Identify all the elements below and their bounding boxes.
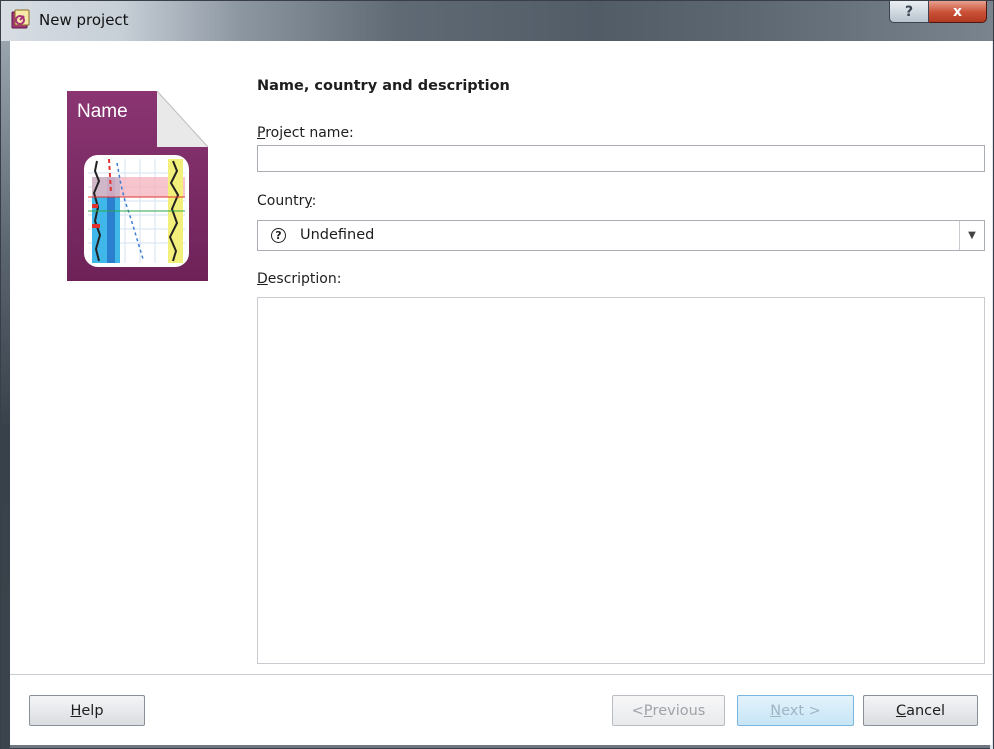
dialog-content: Name Name, country and description Proje… xyxy=(10,41,992,745)
previous-button[interactable]: < Previous xyxy=(612,695,725,726)
footer-divider xyxy=(10,674,992,675)
title-bar[interactable]: New project ? x xyxy=(1,1,993,41)
cancel-button[interactable]: Cancel xyxy=(863,695,978,726)
close-button[interactable]: x xyxy=(929,1,987,23)
question-icon: ? xyxy=(904,3,914,20)
country-label: Country: xyxy=(257,193,317,209)
chevron-down-icon[interactable]: ▼ xyxy=(959,221,984,250)
left-window-frame xyxy=(1,41,10,749)
country-dropdown[interactable]: ? Undefined ▼ xyxy=(257,220,985,251)
window-title: New project xyxy=(39,11,129,29)
close-icon: x xyxy=(952,3,963,20)
project-document-icon: Name xyxy=(67,90,209,281)
new-project-dialog: New project ? x Name Name, country and d… xyxy=(0,0,994,749)
project-name-label: Project name: xyxy=(257,125,354,141)
caption-buttons: ? x xyxy=(889,1,987,23)
help-caption-button[interactable]: ? xyxy=(889,1,929,23)
app-icon xyxy=(11,9,30,29)
undefined-country-icon: ? xyxy=(271,228,286,243)
section-heading: Name, country and description xyxy=(257,78,510,94)
project-name-input[interactable] xyxy=(257,145,985,172)
country-value: Undefined xyxy=(300,227,375,243)
description-label: Description: xyxy=(257,271,342,287)
illustration-caption: Name xyxy=(77,101,128,122)
description-textarea[interactable] xyxy=(257,297,985,664)
next-button[interactable]: Next > xyxy=(737,695,854,726)
help-button[interactable]: Help xyxy=(29,695,145,726)
